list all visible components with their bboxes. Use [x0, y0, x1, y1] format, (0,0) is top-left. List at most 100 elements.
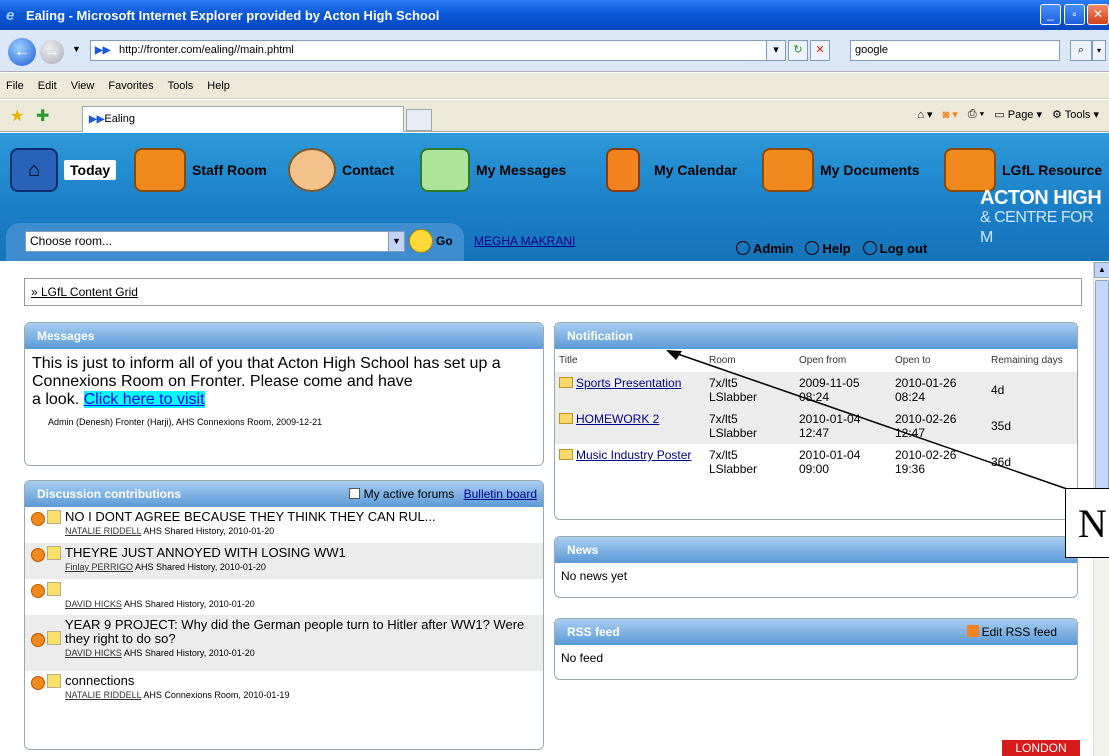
message-line-2: Connexions Room on Fronter. Please come … — [32, 373, 413, 390]
item-meta: AHS Shared History, 2010-01-20 — [133, 562, 266, 572]
admin-link[interactable]: Admin — [736, 241, 793, 256]
menu-help[interactable]: Help — [207, 80, 230, 92]
go-label: Go — [436, 234, 453, 248]
menu-edit[interactable]: Edit — [38, 80, 57, 92]
discussion-list: NO I DONT AGREE BECAUSE THEY THINK THEY … — [25, 507, 543, 707]
logout-link[interactable]: Log out — [863, 241, 928, 256]
refresh-button[interactable]: ↻ — [788, 40, 808, 61]
url-dropdown-button[interactable]: ▾ — [766, 40, 786, 61]
my-forums-checkbox[interactable] — [349, 488, 361, 499]
item-text: NO I DONT AGREE BECAUSE THEY THINK THEY … — [65, 509, 436, 524]
menu-view[interactable]: View — [71, 80, 95, 92]
list-item[interactable]: connections NATALIE RIDDELL AHS Connexio… — [25, 671, 543, 707]
room-select[interactable]: Choose room... ▼ — [25, 231, 405, 252]
discussion-panel: Discussion contributions My active forum… — [24, 480, 544, 750]
bulletin-board-link[interactable]: Bulletin board — [464, 487, 537, 501]
search-options-button[interactable]: ▾ — [1092, 40, 1106, 61]
url-text: http://fronter.com/ealing//main.phtml — [119, 44, 294, 56]
menu-favorites[interactable]: Favorites — [108, 80, 153, 92]
messages-header: Messages — [25, 323, 543, 349]
search-text: google — [855, 44, 889, 56]
close-button[interactable]: ✕ — [1087, 4, 1109, 25]
content-grid-link[interactable]: » LGfL Content Grid — [31, 285, 138, 299]
menu-tools[interactable]: Tools — [168, 80, 194, 92]
reply-icon[interactable] — [31, 676, 45, 690]
menu-file[interactable]: File — [6, 80, 24, 92]
go-button[interactable]: Go — [409, 229, 453, 253]
search-icon[interactable]: ⌕ — [1070, 40, 1092, 61]
add-favorite-icon[interactable]: ✚ — [36, 106, 49, 126]
reply-icon[interactable] — [31, 512, 45, 526]
maximize-button[interactable]: ▫ — [1064, 4, 1085, 25]
minimize-button[interactable]: _ — [1040, 4, 1061, 25]
reply-icon[interactable] — [31, 584, 45, 598]
forum-icon — [47, 631, 61, 645]
item-meta: AHS Shared History, 2010-01-20 — [141, 526, 275, 536]
history-dropdown-icon[interactable]: ▼ — [72, 44, 81, 54]
house-icon: ⌂ — [10, 148, 58, 192]
page-icon: ▶▶ — [95, 45, 111, 56]
nav-my-documents-label: My Documents — [820, 162, 920, 178]
nav-today[interactable]: ⌂ Today — [10, 147, 117, 193]
forward-button[interactable]: → — [40, 40, 64, 64]
envelope-icon — [420, 148, 470, 192]
nav-contact[interactable]: Contact — [288, 147, 394, 193]
tab-bar: ★ ✚ ▶▶Ealing ⌂ ▾ ◙ ▾ ⎙ ▾ ▭ Page ▾ ⚙ Tool… — [0, 100, 1109, 132]
discussion-title: Discussion contributions — [37, 487, 182, 501]
item-author[interactable]: NATALIE RIDDELL — [65, 690, 141, 700]
nav-my-messages[interactable]: My Messages — [420, 147, 566, 193]
url-input[interactable]: ▶▶ http://fronter.com/ealing//main.phtml — [90, 40, 770, 61]
user-name-link[interactable]: MEGHA MAKRANI — [474, 234, 575, 248]
room-selector-area: Choose room... ▼ Go — [6, 223, 464, 261]
chevron-down-icon[interactable]: ▼ — [388, 232, 404, 251]
address-toolbar: ← → ▼ ▶▶ http://fronter.com/ealing//main… — [0, 30, 1109, 72]
item-author[interactable]: DAVID HICKS — [65, 648, 122, 658]
list-item[interactable]: YEAR 9 PROJECT: Why did the German peopl… — [25, 615, 543, 671]
nav-staff-room[interactable]: Staff Room — [134, 147, 267, 193]
scroll-up-icon[interactable]: ▲ — [1094, 262, 1109, 278]
search-input[interactable]: google — [850, 40, 1060, 61]
list-item[interactable]: DAVID HICKS AHS Shared History, 2010-01-… — [25, 579, 543, 615]
page-menu-label: Page — [1007, 109, 1034, 121]
print-icon[interactable]: ⎙ ▾ — [968, 108, 984, 121]
home-icon[interactable]: ⌂ ▾ — [917, 108, 932, 121]
item-text: THEYRE JUST ANNOYED WITH LOSING WW1 — [65, 545, 346, 560]
content-grid-box: » LGfL Content Grid — [24, 278, 1082, 306]
item-author[interactable]: NATALIE RIDDELL — [65, 526, 141, 536]
nav-my-documents[interactable]: My Documents — [762, 147, 920, 193]
message-line-1: This is just to inform all of you that A… — [32, 355, 501, 372]
new-tab-button[interactable] — [406, 109, 432, 131]
list-item[interactable]: NO I DONT AGREE BECAUSE THEY THINK THEY … — [25, 507, 543, 543]
tools-menu[interactable]: ⚙ Tools ▾ — [1052, 108, 1099, 121]
reply-icon[interactable] — [31, 548, 45, 562]
stop-button[interactable]: ✕ — [810, 40, 830, 61]
page-menu[interactable]: ▭ Page ▾ — [994, 108, 1042, 121]
back-button[interactable]: ← — [8, 38, 36, 66]
calendar-icon — [606, 148, 640, 192]
help-link[interactable]: Help — [805, 241, 850, 256]
school-subtitle: & CENTRE FOR M — [980, 209, 1094, 246]
feeds-icon[interactable]: ◙ ▾ — [943, 108, 958, 121]
item-meta: AHS Shared History, 2010-01-20 — [121, 599, 255, 609]
tab-ealing[interactable]: ▶▶Ealing — [82, 106, 404, 132]
nav-my-messages-label: My Messages — [476, 162, 567, 178]
edit-rss-link[interactable]: Edit RSS feed — [966, 619, 1057, 645]
discussion-header: Discussion contributions My active forum… — [25, 481, 543, 507]
folder-icon — [559, 413, 573, 424]
london-logo: LONDON — [1002, 740, 1080, 756]
news-header: News — [555, 537, 1077, 563]
favorites-star-icon[interactable]: ★ — [10, 106, 24, 126]
message-meta: Admin (Denesh) Fronter (Harji), AHS Conn… — [48, 417, 323, 427]
lgfl-folder-icon — [944, 148, 996, 192]
page-icon: ▶▶ — [89, 114, 105, 125]
item-author[interactable]: Finlay PERRIGO — [65, 562, 133, 572]
reply-icon[interactable] — [31, 633, 45, 647]
notification-link[interactable]: HOMEWORK 2 — [576, 412, 659, 426]
ie-logo-icon: e — [6, 7, 15, 24]
menu-bar: File Edit View Favorites Tools Help — [0, 73, 1109, 99]
nav-my-calendar[interactable]: My Calendar — [606, 147, 737, 193]
item-author[interactable]: DAVID HICKS — [65, 599, 122, 609]
list-item[interactable]: THEYRE JUST ANNOYED WITH LOSING WW1 Finl… — [25, 543, 543, 579]
visit-link[interactable]: Click here to visit — [83, 391, 205, 408]
fronter-banner: ⌂ Today Staff Room Contact My Messages M… — [0, 133, 1109, 261]
